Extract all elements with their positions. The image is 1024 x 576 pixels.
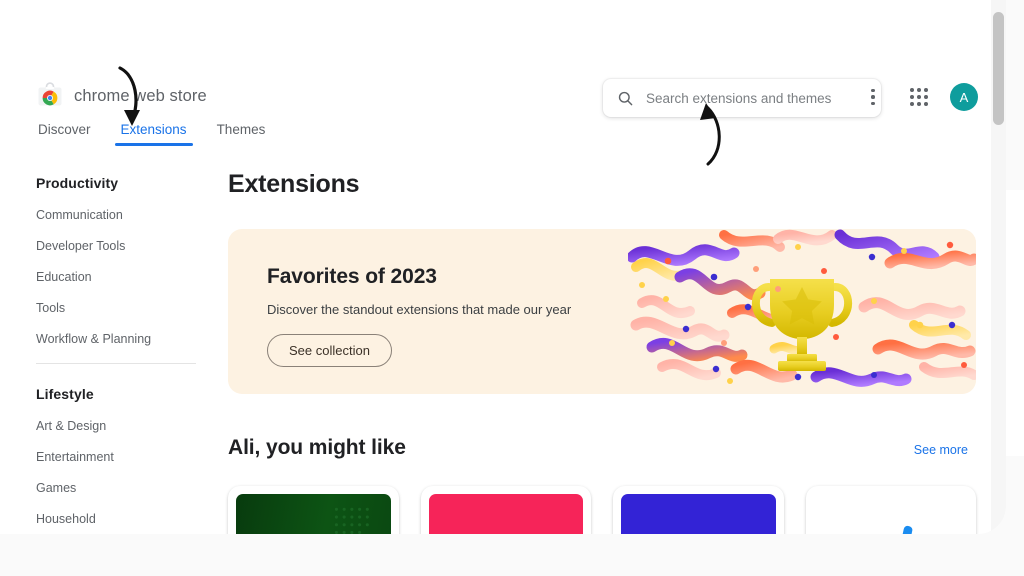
banner-subtitle: Discover the standout extensions that ma… <box>267 302 572 317</box>
search-bar[interactable] <box>603 79 881 117</box>
card-thumbnail-pink <box>428 494 583 534</box>
sidebar-item-education[interactable]: Education <box>36 270 196 284</box>
vertical-scrollbar-thumb[interactable] <box>993 12 1004 125</box>
recommendations-title: Ali, you might like <box>228 436 406 459</box>
extension-card[interactable] <box>805 486 976 534</box>
sidebar-item-games[interactable]: Games <box>36 481 196 495</box>
category-sidebar: Productivity Communication Developer Too… <box>36 175 196 534</box>
card-thumbnail-dark-green <box>236 494 391 534</box>
banner-copy: Favorites of 2023 Discover the standout … <box>228 229 632 394</box>
chrome-web-store-page: chrome web store Discover Extensions The… <box>0 0 1006 534</box>
sidebar-item-art-design[interactable]: Art & Design <box>36 419 196 433</box>
blue-ascending-bars-icon <box>899 525 912 534</box>
sidebar-item-entertainment[interactable]: Entertainment <box>36 450 196 464</box>
nav-tab-extensions[interactable]: Extensions <box>114 122 193 146</box>
kebab-dots <box>871 88 875 106</box>
sidebar-item-workflow-planning[interactable]: Workflow & Planning <box>36 332 196 346</box>
page-title: Extensions <box>228 170 360 198</box>
recommendations-card-row <box>228 486 976 534</box>
vertical-scrollbar-track[interactable] <box>991 0 1006 534</box>
nav-tab-themes[interactable]: Themes <box>215 122 268 146</box>
header-actions: A <box>858 82 978 112</box>
sidebar-divider <box>36 363 196 364</box>
extension-card[interactable] <box>420 486 591 534</box>
primary-nav: Discover Extensions Themes <box>36 122 267 146</box>
sidebar-item-developer-tools[interactable]: Developer Tools <box>36 239 196 253</box>
card-thumbnail-blue <box>621 494 776 534</box>
card-thumbnail-white <box>813 494 968 534</box>
extension-card[interactable] <box>613 486 784 534</box>
featured-banner[interactable]: Favorites of 2023 Discover the standout … <box>228 229 976 394</box>
apps-grid-icon[interactable] <box>904 82 934 112</box>
extension-card[interactable] <box>228 486 399 534</box>
nav-tab-discover[interactable]: Discover <box>36 122 93 146</box>
search-input[interactable] <box>646 90 867 106</box>
chrome-web-store-logo-icon <box>36 82 64 110</box>
trophy-confetti-illustration-icon <box>626 229 976 394</box>
brand[interactable]: chrome web store <box>36 82 207 110</box>
brand-text: chrome web store <box>74 86 207 105</box>
recommendations-header: Ali, you might like See more <box>228 436 968 460</box>
banner-title: Favorites of 2023 <box>267 265 437 288</box>
see-more-link[interactable]: See more <box>914 443 968 457</box>
main-content: Extensions Favorites of 2023 Discover th… <box>228 170 976 534</box>
sidebar-group-title-productivity: Productivity <box>36 175 119 191</box>
sidebar-item-tools[interactable]: Tools <box>36 301 196 315</box>
screenshot-stage: chrome web store Discover Extensions The… <box>0 0 1024 576</box>
search-icon <box>617 90 634 107</box>
avatar[interactable]: A <box>950 83 978 111</box>
sidebar-group-title-lifestyle: Lifestyle <box>36 386 94 402</box>
sidebar-item-household[interactable]: Household <box>36 512 196 526</box>
apps-grid-dots <box>910 88 928 106</box>
more-vertical-icon[interactable] <box>858 82 888 112</box>
page-header: chrome web store Discover Extensions The… <box>0 0 1006 158</box>
see-collection-button[interactable]: See collection <box>267 334 392 367</box>
sidebar-item-communication[interactable]: Communication <box>36 208 196 222</box>
